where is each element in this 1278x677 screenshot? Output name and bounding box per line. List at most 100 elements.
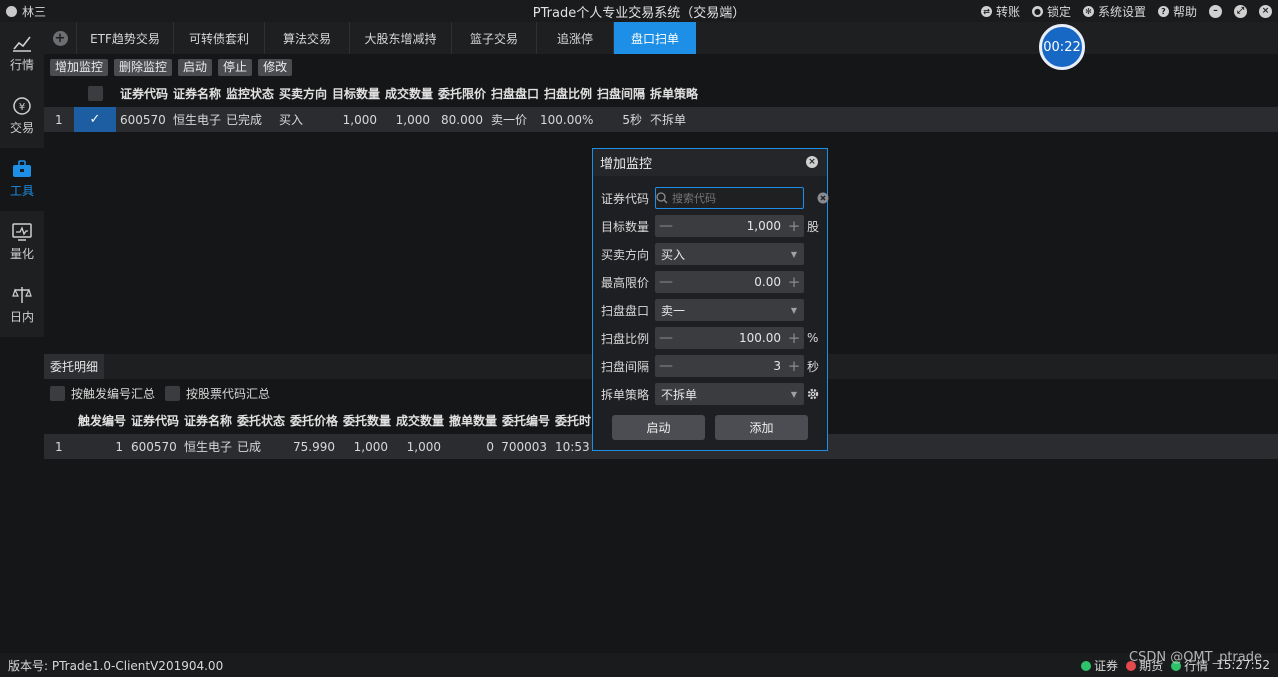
decrement-button[interactable]: — — [655, 358, 677, 374]
gear-icon[interactable] — [807, 388, 819, 400]
tab-algo-trading[interactable]: 算法交易 — [264, 22, 349, 54]
column-header[interactable]: 委托价格 — [286, 412, 339, 429]
chevron-down-icon: ▼ — [790, 249, 798, 259]
edit-button[interactable]: 修改 — [258, 59, 293, 76]
minimize-icon[interactable]: – — [1209, 4, 1222, 18]
security-code-input[interactable] — [668, 191, 817, 205]
column-header[interactable]: 买卖方向 — [275, 85, 328, 102]
increment-button[interactable]: + — [784, 357, 804, 375]
column-header[interactable]: 成交数量 — [381, 85, 434, 102]
column-header[interactable]: 触发编号 — [74, 412, 127, 429]
add-monitor-dialog: 增加监控 × 证券代码 目标数量 — 1,000 + 股 买卖方向 买入 ▼ — [592, 148, 829, 451]
tab-limit-up-chase[interactable]: 追涨停 — [536, 22, 613, 54]
group-by-trigger-option[interactable]: 按触发编号汇总 — [50, 385, 155, 402]
sidebar-item-market[interactable]: 行情 — [0, 22, 44, 85]
lock-button[interactable]: ● 锁定 — [1031, 3, 1071, 20]
group-by-stock-option[interactable]: 按股票代码汇总 — [165, 385, 270, 402]
decrement-button[interactable]: — — [655, 274, 677, 290]
split-strategy-select[interactable]: 不拆单 ▼ — [655, 383, 804, 405]
column-header[interactable]: 撤单数量 — [445, 412, 498, 429]
sidebar-item-tools[interactable]: 工具 — [0, 148, 44, 211]
tab-convertible-arbitrage[interactable]: 可转债套利 — [173, 22, 264, 54]
column-header[interactable]: 证券名称 — [180, 412, 233, 429]
sidebar-item-trade[interactable]: ¥ 交易 — [0, 85, 44, 148]
user-menu[interactable]: 林三 — [6, 3, 46, 20]
decrement-button[interactable]: — — [655, 330, 677, 346]
tab-shareholder-change[interactable]: 大股东增减持 — [349, 22, 451, 54]
increment-button[interactable]: + — [784, 273, 804, 291]
monitor-table-header: 证券代码 证券名称 监控状态 买卖方向 目标数量 成交数量 委托限价 扫盘盘口 … — [44, 81, 706, 105]
table-row[interactable]: 1 ✓ 600570 恒生电子 已完成 买入 1,000 1,000 80.00… — [44, 107, 1278, 132]
security-code-field[interactable] — [655, 187, 829, 209]
start-button[interactable]: 启动 — [178, 59, 213, 76]
group-by-trigger-checkbox[interactable] — [50, 386, 65, 401]
dialog-start-button[interactable]: 启动 — [612, 415, 705, 440]
title-actions: ⇄ 转账 ● 锁定 ✻ 系统设置 ? 帮助 – ⤢ × — [980, 0, 1272, 22]
sweep-interval-value[interactable]: 3 — [677, 359, 784, 373]
tool-tab-bar: + ETF趋势交易 可转债套利 算法交易 大股东增减持 篮子交易 追涨停 盘口扫… — [44, 22, 1278, 54]
add-tab-button[interactable]: + — [44, 22, 76, 54]
column-header[interactable]: 委托限价 — [434, 85, 487, 102]
settings-button[interactable]: ✻ 系统设置 — [1082, 3, 1146, 20]
help-button[interactable]: ? 帮助 — [1157, 3, 1197, 20]
column-header[interactable]: 委托状态 — [233, 412, 286, 429]
close-icon[interactable]: × — [806, 156, 818, 168]
column-header[interactable]: 证券代码 — [127, 412, 180, 429]
chart-icon — [12, 34, 32, 52]
status-dot-icon — [1081, 660, 1092, 671]
column-header[interactable]: 拆单策略 — [646, 85, 706, 102]
chevron-down-icon: ▼ — [790, 305, 798, 315]
column-header[interactable]: 证券代码 — [116, 85, 169, 102]
column-header[interactable]: 委托数量 — [339, 412, 392, 429]
tab-basket-trading[interactable]: 篮子交易 — [451, 22, 536, 54]
sweep-level-select[interactable]: 卖一 ▼ — [655, 299, 804, 321]
target-quantity-value[interactable]: 1,000 — [677, 219, 784, 233]
sweep-interval-stepper[interactable]: — 3 + — [655, 355, 804, 377]
status-indicator-securities: 证券 — [1081, 657, 1118, 674]
sweep-ratio-value[interactable]: 100.00 — [677, 331, 784, 345]
column-header[interactable]: 委托时 — [551, 412, 591, 429]
increment-button[interactable]: + — [784, 329, 804, 347]
transfer-button[interactable]: ⇄ 转账 — [980, 3, 1020, 20]
column-header[interactable]: 扫盘间隔 — [593, 85, 646, 102]
stop-button[interactable]: 停止 — [218, 59, 253, 76]
max-price-value[interactable]: 0.00 — [677, 275, 784, 289]
delete-monitor-button[interactable]: 删除监控 — [114, 59, 173, 76]
clear-icon[interactable] — [817, 192, 829, 204]
user-name: 林三 — [22, 4, 47, 19]
tab-order-book-sweep[interactable]: 盘口扫单 — [613, 22, 696, 54]
gear-icon: ✻ — [1082, 5, 1094, 17]
title-bar: 林三 PTrade个人专业交易系统（交易端） ⇄ 转账 ● 锁定 ✻ 系统设置 ? 帮助… — [0, 0, 1278, 22]
decrement-button[interactable]: — — [655, 218, 677, 234]
sidebar-item-intraday[interactable]: 日内 — [0, 274, 44, 337]
column-header[interactable]: 扫盘盘口 — [487, 85, 540, 102]
trade-side-select[interactable]: 买入 ▼ — [655, 243, 804, 265]
column-header[interactable]: 监控状态 — [222, 85, 275, 102]
max-price-stepper[interactable]: — 0.00 + — [655, 271, 804, 293]
detail-table-header: 触发编号 证券代码 证券名称 委托状态 委托价格 委托数量 成交数量 撤单数量 … — [44, 408, 591, 432]
column-header[interactable]: 委托编号 — [498, 412, 551, 429]
add-monitor-button[interactable]: 增加监控 — [50, 59, 109, 76]
tab-order-detail[interactable]: 委托明细 — [44, 354, 104, 379]
detail-options: 按触发编号汇总 按股票代码汇总 — [50, 385, 274, 402]
monitor-icon — [12, 223, 32, 241]
group-by-stock-checkbox[interactable] — [165, 386, 181, 401]
tab-etf-trend[interactable]: ETF趋势交易 — [76, 22, 173, 54]
column-header[interactable]: 扫盘比例 — [540, 85, 593, 102]
maximize-icon[interactable]: ⤢ — [1234, 4, 1247, 18]
toolbox-icon — [12, 160, 32, 178]
select-all-checkbox[interactable] — [87, 85, 103, 101]
sidebar-item-quant[interactable]: 量化 — [0, 211, 44, 274]
sweep-ratio-stepper[interactable]: — 100.00 + — [655, 327, 804, 349]
version-label: 版本号: PTrade1.0-ClientV201904.00 — [8, 658, 224, 673]
increment-button[interactable]: + — [784, 217, 804, 235]
target-quantity-stepper[interactable]: — 1,000 + — [655, 215, 804, 237]
row-checkbox[interactable]: ✓ — [74, 107, 116, 132]
column-header[interactable]: 成交数量 — [392, 412, 445, 429]
column-header[interactable]: 目标数量 — [328, 85, 381, 102]
column-header[interactable]: 证券名称 — [169, 85, 222, 102]
close-icon[interactable]: × — [1259, 4, 1272, 18]
checkmark-icon: ✓ — [89, 112, 101, 127]
dialog-add-button[interactable]: 添加 — [715, 415, 808, 440]
chevron-down-icon: ▼ — [790, 389, 798, 399]
